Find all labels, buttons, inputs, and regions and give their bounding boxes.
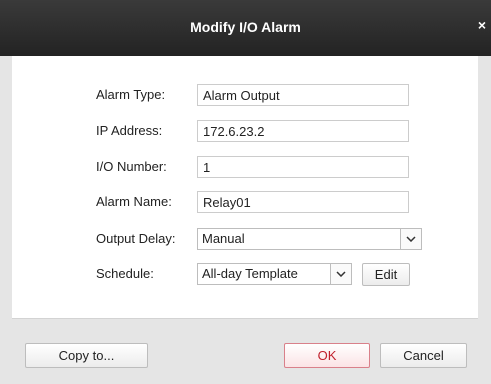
modify-io-alarm-dialog: Modify I/O Alarm × Alarm Type: Alarm Out… [0, 0, 491, 384]
io-number-field[interactable]: 1 [197, 156, 409, 178]
io-number-label: I/O Number: [96, 159, 167, 174]
alarm-name-field[interactable]: Relay01 [197, 191, 409, 213]
output-delay-value: Manual [202, 231, 245, 246]
chevron-down-icon[interactable] [330, 264, 351, 284]
footer-divider [12, 318, 478, 319]
schedule-label: Schedule: [96, 266, 154, 281]
ip-address-field[interactable]: 172.6.23.2 [197, 120, 409, 142]
output-delay-label: Output Delay: [96, 231, 176, 246]
copy-to-button[interactable]: Copy to... [25, 343, 148, 368]
ok-button[interactable]: OK [284, 343, 370, 368]
edit-schedule-button[interactable]: Edit [362, 263, 410, 286]
dialog-title: Modify I/O Alarm [190, 19, 301, 35]
schedule-select[interactable]: All-day Template [197, 263, 352, 285]
alarm-type-label: Alarm Type: [96, 87, 166, 102]
cancel-button[interactable]: Cancel [380, 343, 467, 368]
schedule-value: All-day Template [202, 266, 298, 281]
ip-address-label: IP Address: [96, 123, 163, 138]
alarm-type-field[interactable]: Alarm Output [197, 84, 409, 106]
chevron-down-icon[interactable] [400, 229, 421, 249]
title-bar: Modify I/O Alarm × [0, 0, 491, 56]
form-panel: Alarm Type: Alarm Output IP Address: 172… [12, 56, 478, 318]
alarm-name-label: Alarm Name: [96, 194, 172, 209]
close-icon[interactable]: × [475, 16, 489, 34]
output-delay-select[interactable]: Manual [197, 228, 422, 250]
